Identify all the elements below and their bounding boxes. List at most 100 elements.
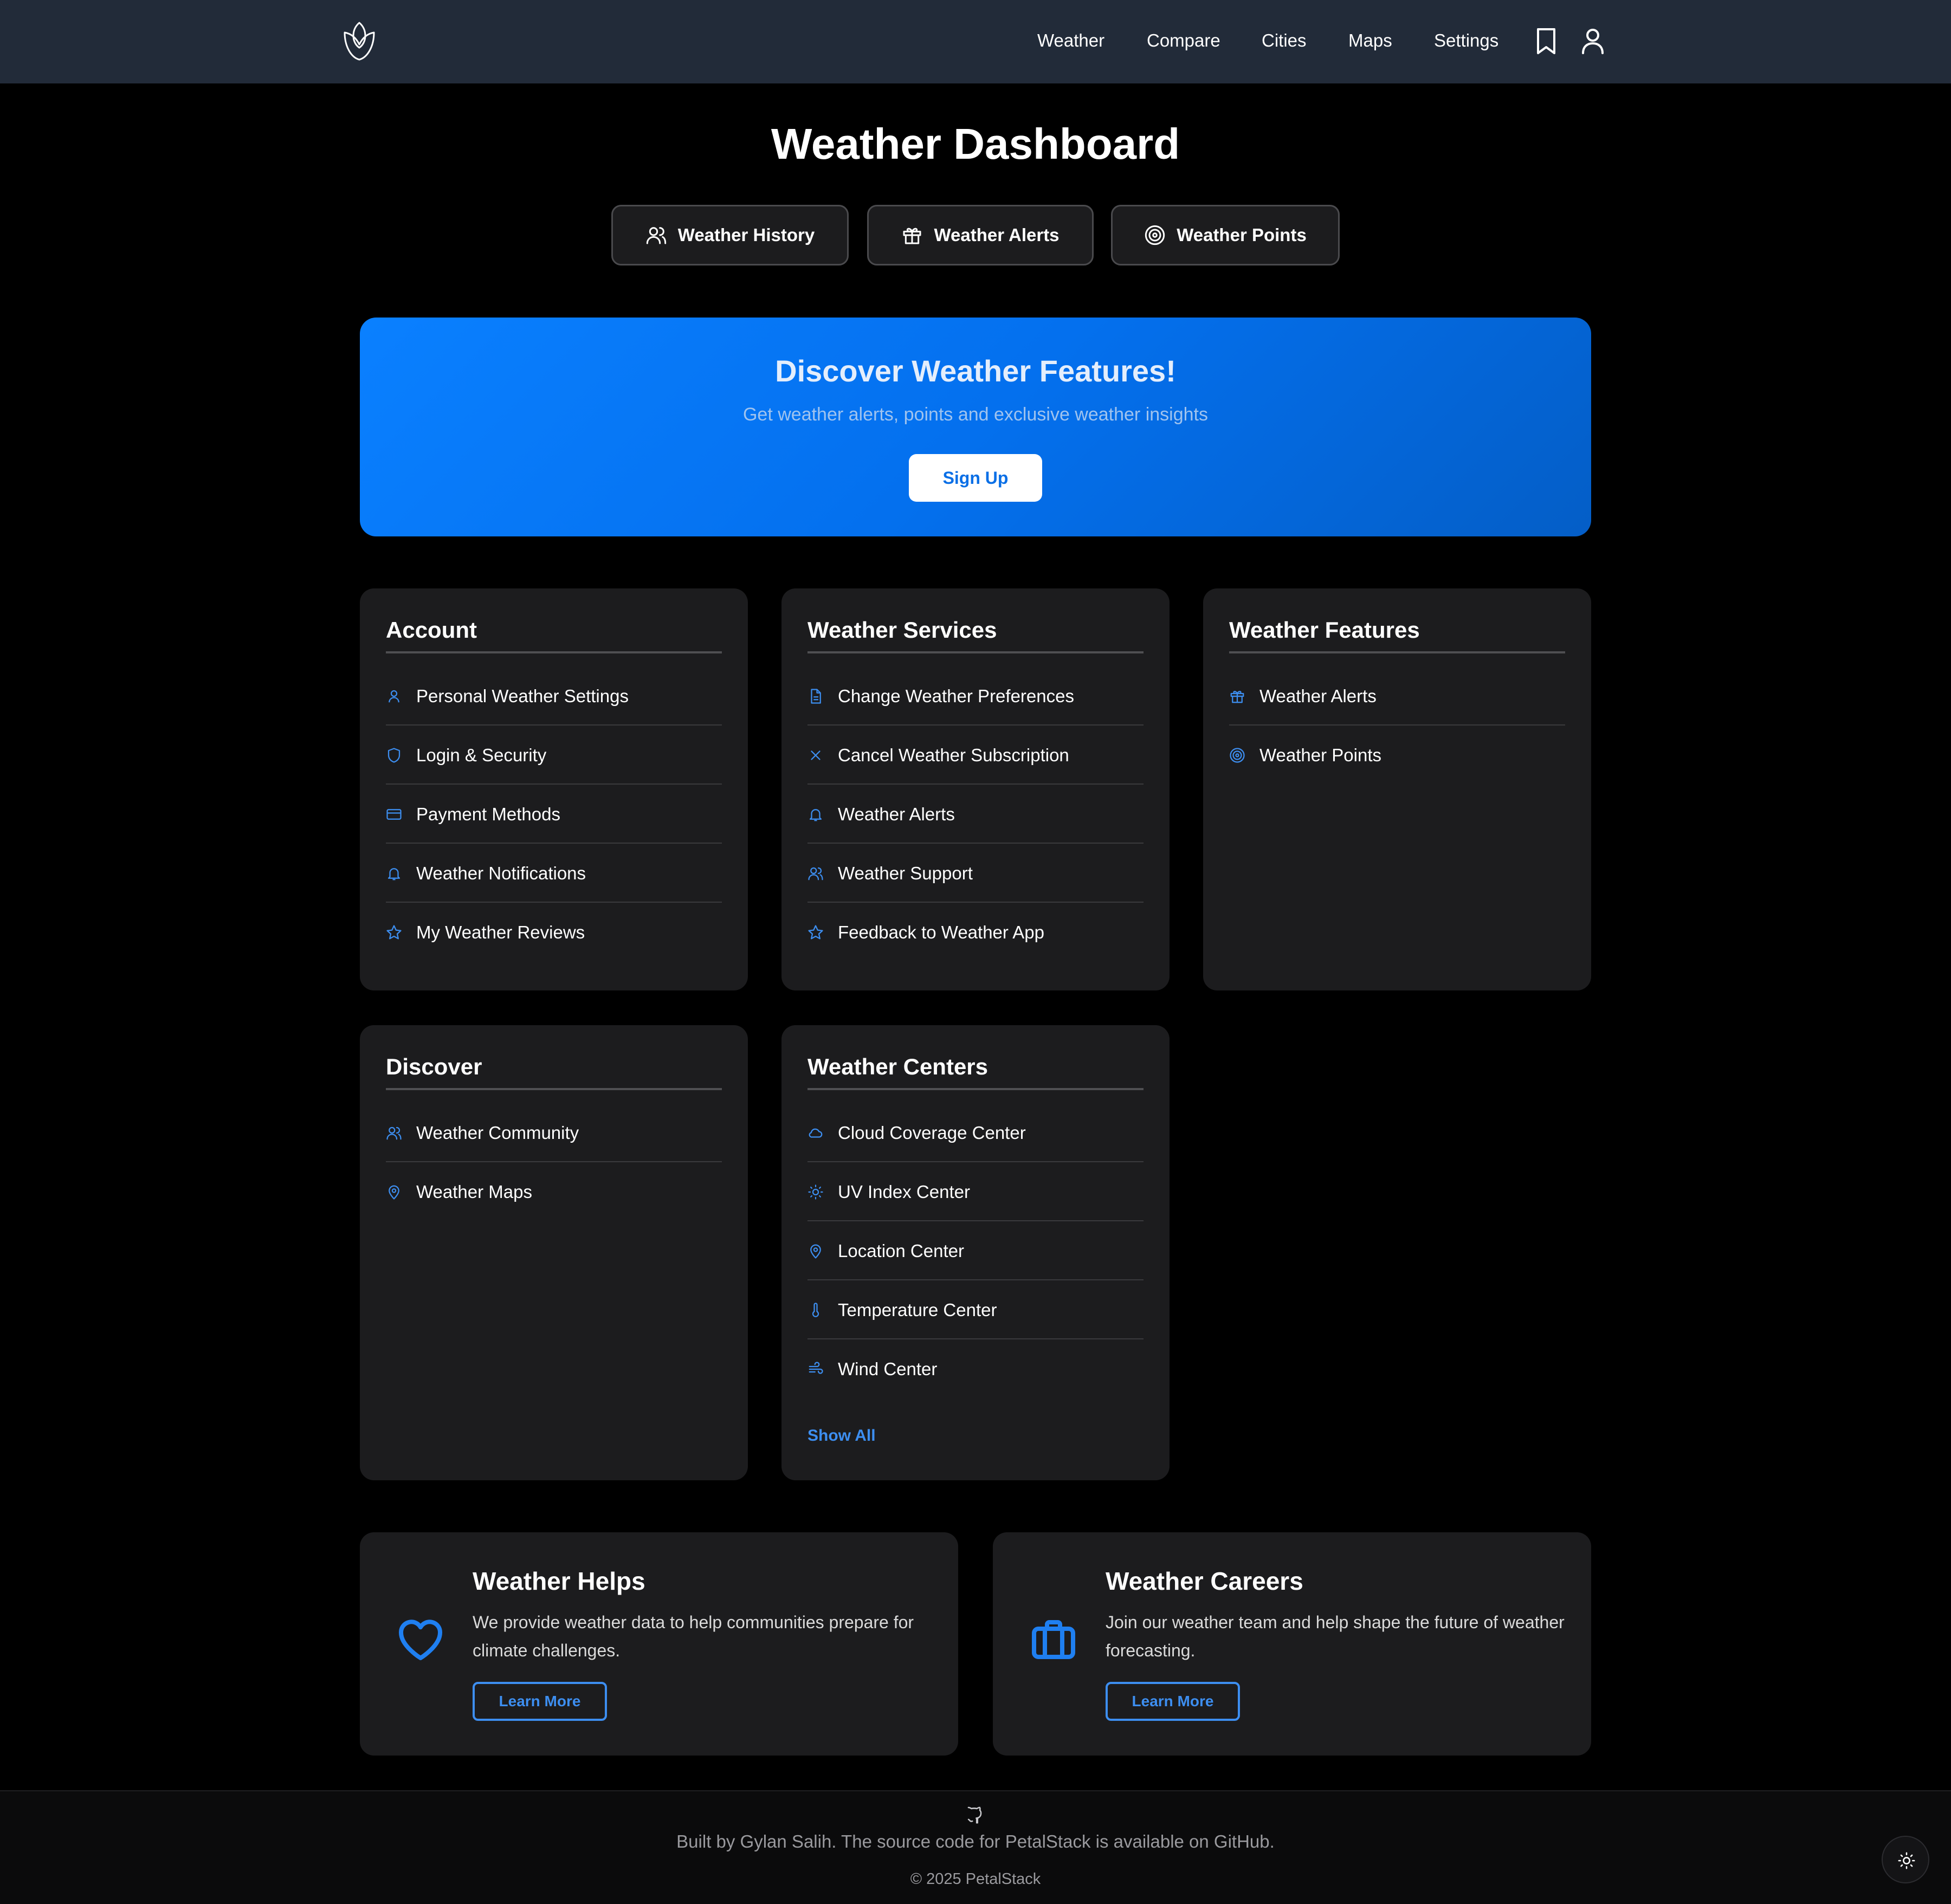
- promo-title: Discover Weather Features!: [775, 354, 1176, 388]
- list-item-label: My Weather Reviews: [416, 922, 585, 942]
- list-item-cancel-subscription[interactable]: Cancel Weather Subscription: [807, 726, 1144, 785]
- weather-services-card: Weather Services Change Weather Preferen…: [781, 588, 1170, 990]
- theme-toggle-button[interactable]: [1882, 1836, 1929, 1883]
- bell-icon: [387, 868, 400, 880]
- weather-alerts-label: Weather Alerts: [934, 225, 1060, 245]
- list-item-login-security[interactable]: Login & Security: [386, 726, 722, 785]
- weather-points-button[interactable]: Weather Points: [1111, 205, 1340, 265]
- list-item-weather-notifications[interactable]: Weather Notifications: [386, 844, 722, 903]
- star-icon: [386, 925, 402, 940]
- list-item-label: Payment Methods: [416, 804, 560, 824]
- promo-subtitle: Get weather alerts, points and exclusive…: [742, 404, 1208, 425]
- users-icon: [646, 227, 666, 244]
- list-item-label: Location Center: [838, 1241, 964, 1261]
- list-item-uv-index[interactable]: UV Index Center: [807, 1162, 1144, 1221]
- nav-link-cities[interactable]: Cities: [1262, 28, 1307, 53]
- briefcase-icon: [1032, 1620, 1075, 1659]
- sun-icon: [808, 1184, 823, 1200]
- weather-alerts-button[interactable]: Weather Alerts: [867, 205, 1094, 265]
- weather-helps-title: Weather Helps: [473, 1567, 645, 1595]
- map-pin-icon: [810, 1244, 821, 1259]
- list-item-weather-alerts[interactable]: Weather Alerts: [807, 785, 1144, 844]
- weather-features-card-title: Weather Features: [1229, 617, 1420, 643]
- wind-icon: [809, 1362, 823, 1374]
- nav-link-compare[interactable]: Compare: [1147, 28, 1220, 53]
- card-divider: [386, 651, 722, 653]
- list-item-payment-methods[interactable]: Payment Methods: [386, 785, 722, 844]
- tulip-logo-icon[interactable]: [339, 20, 379, 63]
- shield-icon: [387, 748, 400, 763]
- x-icon: [811, 750, 821, 760]
- weather-helps-text: We provide weather data to help communit…: [473, 1612, 914, 1660]
- list-item-feature-points[interactable]: Weather Points: [1229, 726, 1565, 785]
- list-item-weather-reviews[interactable]: My Weather Reviews: [386, 903, 722, 962]
- footer-copyright: © 2025 PetalStack: [910, 1870, 1041, 1888]
- card-divider: [1229, 651, 1565, 653]
- weather-history-button[interactable]: Weather History: [611, 205, 849, 265]
- weather-helps-card: Weather Helps We provide weather data to…: [360, 1532, 958, 1756]
- weather-history-label: Weather History: [677, 225, 815, 245]
- list-item-label: Weather Maps: [416, 1182, 532, 1202]
- target-icon: [1230, 748, 1245, 763]
- weather-points-label: Weather Points: [1177, 225, 1307, 245]
- sign-up-button[interactable]: Sign Up: [909, 454, 1042, 502]
- users-icon: [808, 867, 823, 880]
- weather-centers-card: Weather Centers Cloud Coverage Center UV…: [781, 1025, 1170, 1480]
- gift-icon: [1230, 690, 1244, 703]
- list-item-label: Cancel Weather Subscription: [838, 745, 1069, 765]
- list-item-feature-alerts[interactable]: Weather Alerts: [1229, 666, 1565, 726]
- cloud-icon: [809, 1128, 823, 1138]
- list-item-weather-community[interactable]: Weather Community: [386, 1103, 722, 1162]
- list-item-cloud-coverage[interactable]: Cloud Coverage Center: [807, 1103, 1144, 1162]
- nav-link-maps[interactable]: Maps: [1348, 28, 1392, 53]
- list-item-weather-maps[interactable]: Weather Maps: [386, 1162, 722, 1221]
- show-all-link[interactable]: Show All: [807, 1425, 876, 1447]
- nav-link-settings[interactable]: Settings: [1434, 28, 1498, 53]
- list-item-label: Weather Alerts: [1259, 686, 1377, 706]
- weather-features-card: Weather Features Weather Alerts Weather …: [1203, 588, 1591, 990]
- list-item-label: Weather Alerts: [838, 804, 955, 824]
- list-item-label: Temperature Center: [838, 1300, 997, 1320]
- account-card-title: Account: [386, 617, 477, 643]
- nav-link-weather[interactable]: Weather: [1037, 28, 1104, 53]
- list-item-label: Weather Notifications: [416, 863, 586, 883]
- promo-banner: Discover Weather Features! Get weather a…: [360, 318, 1591, 536]
- list-item-label: Change Weather Preferences: [838, 686, 1074, 706]
- list-item-temperature-center[interactable]: Temperature Center: [807, 1280, 1144, 1339]
- star-icon: [808, 925, 823, 940]
- card-divider: [807, 1088, 1144, 1090]
- list-item-weather-support[interactable]: Weather Support: [807, 844, 1144, 903]
- weather-centers-card-title: Weather Centers: [807, 1054, 989, 1079]
- learn-more-button[interactable]: Learn More: [473, 1682, 607, 1721]
- discover-card: Discover Weather Community Weather Maps: [360, 1025, 748, 1480]
- account-card: Account Personal Weather Settings Login …: [360, 588, 748, 990]
- list-item-label: Cloud Coverage Center: [838, 1123, 1026, 1143]
- sun-icon: [1898, 1852, 1915, 1869]
- github-icon[interactable]: [965, 1804, 985, 1826]
- list-item-feedback[interactable]: Feedback to Weather App: [807, 903, 1144, 962]
- weather-services-card-title: Weather Services: [807, 617, 997, 643]
- list-item-location-center[interactable]: Location Center: [807, 1221, 1144, 1280]
- list-item-label: Weather Community: [416, 1123, 579, 1143]
- learn-more-button[interactable]: Learn More: [1106, 1682, 1240, 1721]
- list-item-personal-settings[interactable]: Personal Weather Settings: [386, 666, 722, 726]
- card-divider: [807, 651, 1144, 653]
- target-icon: [1145, 225, 1165, 245]
- list-item-label: Login & Security: [416, 745, 547, 765]
- page-title: Weather Dashboard: [771, 120, 1180, 168]
- list-item-label: Weather Points: [1259, 745, 1382, 765]
- bell-icon: [809, 809, 822, 821]
- bookmark-icon[interactable]: [1532, 26, 1561, 56]
- list-item-label: Wind Center: [838, 1359, 938, 1379]
- map-pin-icon: [389, 1185, 399, 1200]
- weather-careers-card: Weather Careers Join our weather team an…: [993, 1532, 1591, 1756]
- gift-icon: [903, 228, 921, 244]
- weather-careers-text: Join our weather team and help shape the…: [1106, 1612, 1565, 1660]
- footer: Built by Gylan Salih. The source code fo…: [0, 1790, 1951, 1904]
- list-item-label: Personal Weather Settings: [416, 686, 629, 706]
- list-item-change-preferences[interactable]: Change Weather Preferences: [807, 666, 1144, 726]
- card-divider: [386, 1088, 722, 1090]
- user-icon[interactable]: [1578, 26, 1607, 56]
- list-item-wind-center[interactable]: Wind Center: [807, 1339, 1144, 1398]
- user-icon: [389, 690, 399, 703]
